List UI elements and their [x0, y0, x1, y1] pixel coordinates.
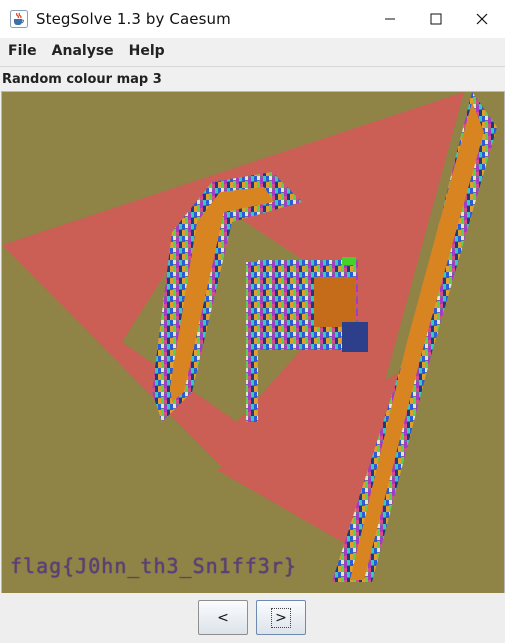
panel-label-bar: Random colour map 3 — [0, 67, 505, 91]
colour-mapped-image — [2, 92, 497, 582]
navigation-bar: < > — [0, 593, 505, 643]
flag-overlay-text: flag{J0hn_th3_Sn1ff3r} — [10, 554, 297, 578]
close-button[interactable] — [459, 0, 505, 38]
colour-map-label: Random colour map 3 — [2, 71, 162, 87]
window-title: StegSolve 1.3 by Caesum — [36, 10, 231, 28]
maximize-icon — [430, 13, 442, 25]
minimize-icon — [385, 18, 395, 20]
title-bar: StegSolve 1.3 by Caesum — [0, 0, 505, 39]
java-cup-icon — [10, 10, 28, 28]
maximize-button[interactable] — [413, 0, 459, 38]
close-icon — [476, 13, 488, 25]
minimize-button[interactable] — [367, 0, 413, 38]
menu-analyse[interactable]: Analyse — [44, 43, 121, 59]
menu-file[interactable]: File — [0, 43, 44, 59]
next-label: > — [271, 607, 291, 628]
previous-label: < — [217, 609, 229, 626]
menu-help[interactable]: Help — [121, 43, 172, 59]
menu-bar: File Analyse Help — [0, 38, 505, 64]
next-button[interactable]: > — [256, 600, 306, 635]
previous-button[interactable]: < — [198, 600, 248, 635]
image-view[interactable]: flag{J0hn_th3_Sn1ff3r} — [1, 91, 505, 594]
